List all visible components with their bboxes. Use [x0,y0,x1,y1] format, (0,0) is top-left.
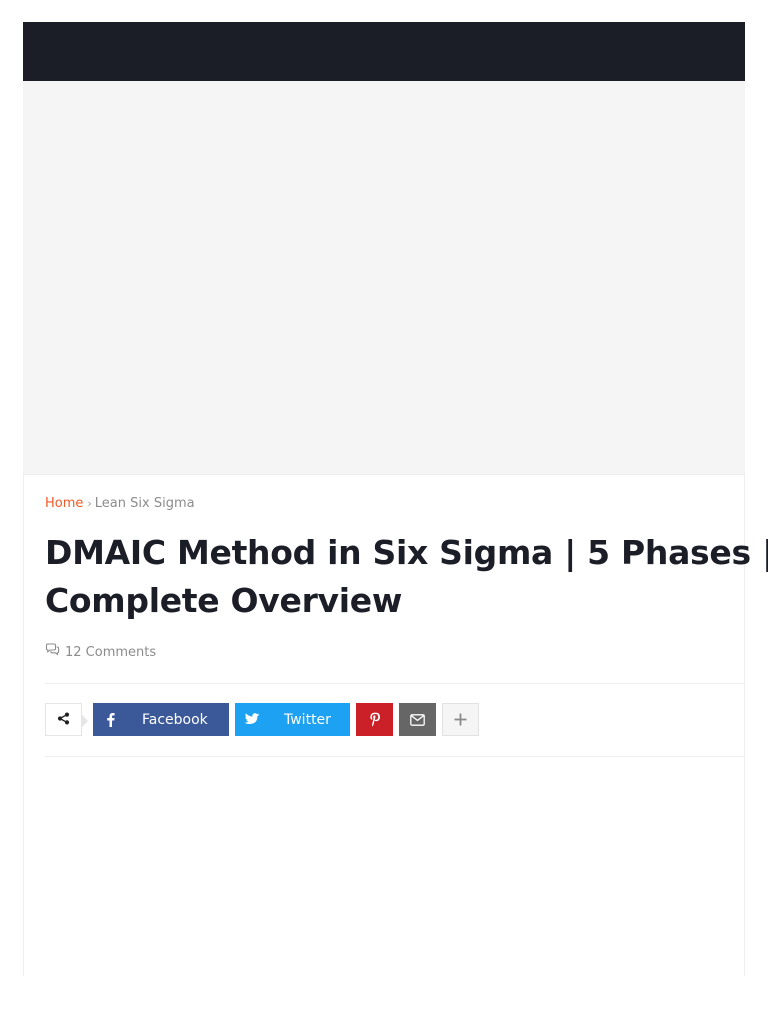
divider [45,683,745,684]
site-header-bar [23,22,745,81]
comments-icon [45,643,60,662]
page-title: DMAIC Method in Six Sigma | 5 Phases | C… [45,529,768,625]
plus-icon [454,713,467,726]
comments-count: 12 Comments [65,644,157,660]
divider [45,756,745,757]
more-share-button[interactable] [442,703,479,736]
breadcrumb-separator: › [87,497,92,510]
breadcrumb-home-link[interactable]: Home [45,496,83,511]
twitter-share-button[interactable]: Twitter [235,703,350,736]
email-share-button[interactable] [399,703,436,736]
share-toggle-button[interactable] [45,703,88,736]
facebook-share-label: Facebook [142,711,208,728]
twitter-share-label: Twitter [284,711,331,728]
email-icon [410,713,425,726]
share-buttons: Facebook Twitter [45,703,485,736]
post-meta[interactable]: 12 Comments [45,643,156,662]
twitter-icon [235,713,269,726]
pinterest-icon [369,712,381,727]
pinterest-share-button[interactable] [356,703,393,736]
page-title-line-1: DMAIC Method in Six Sigma | 5 Phases | [45,533,768,572]
breadcrumb: Home › Lean Six Sigma [45,495,195,513]
ad-placeholder [23,81,745,475]
facebook-share-button[interactable]: Facebook [93,703,229,736]
share-icon [57,710,70,729]
page-title-line-2: Complete Overview [45,581,403,620]
breadcrumb-category-link[interactable]: Lean Six Sigma [95,496,195,511]
facebook-icon [93,712,127,727]
post-content: Home › Lean Six Sigma DMAIC Method in Six … [23,475,768,976]
